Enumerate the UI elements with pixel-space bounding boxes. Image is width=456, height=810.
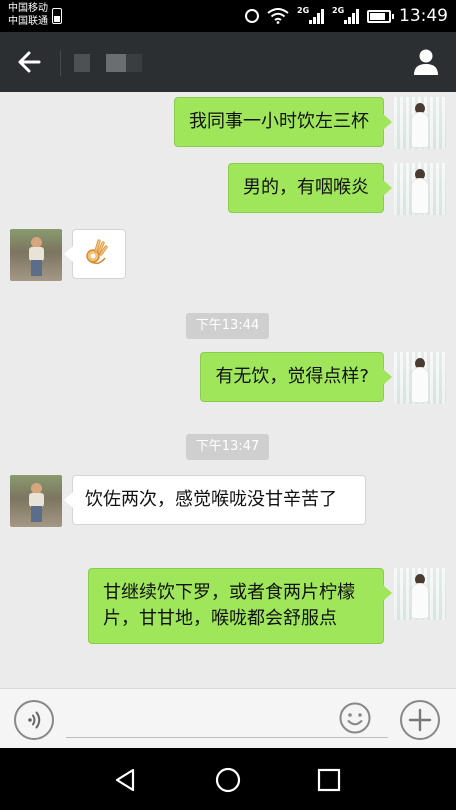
wifi-icon — [267, 8, 289, 24]
message-bubble-other[interactable] — [64, 229, 126, 279]
message-bubble-self[interactable]: 我同事一小时饮左三杯 — [174, 97, 392, 147]
header-divider — [60, 50, 61, 76]
status-indicators: 2G 2G 13:49 — [245, 4, 448, 28]
signal-icon: 2G — [332, 6, 359, 24]
message-bubble-self[interactable]: 有无饮，觉得点样? — [200, 352, 392, 402]
timestamp: 下午13:44 — [186, 313, 269, 339]
contact-avatar[interactable] — [10, 475, 62, 527]
person-icon[interactable] — [408, 44, 444, 80]
message-list[interactable]: 我同事一小时饮左三杯 男的，有咽喉炎 下午13:44 有无饮，觉得点样? 下午1… — [0, 92, 456, 688]
self-avatar[interactable] — [394, 352, 446, 404]
self-avatar[interactable] — [394, 568, 446, 620]
battery-icon — [367, 9, 394, 23]
voice-icon[interactable] — [14, 700, 54, 740]
self-avatar[interactable] — [394, 97, 446, 149]
carrier-1: 中国移动 — [8, 3, 48, 14]
status-bar: 中国移动 中国联通 2G 2G 13:49 — [0, 0, 456, 32]
message-bubble-self[interactable]: 男的，有咽喉炎 — [228, 163, 392, 213]
recents-square-icon[interactable] — [314, 765, 344, 795]
plus-icon[interactable] — [400, 700, 440, 740]
contact-avatar[interactable] — [10, 229, 62, 281]
chat-header — [0, 32, 456, 92]
system-navigation-bar — [0, 748, 456, 810]
message-bubble-other[interactable]: 饮佐两次，感觉喉咙没甘辛苦了 — [64, 475, 366, 525]
clock: 13:49 — [399, 6, 448, 26]
network-type-2: 2G — [332, 6, 345, 15]
signal-icon: 2G — [297, 6, 324, 24]
alarm-icon — [245, 9, 259, 23]
sim-icon — [52, 8, 62, 24]
carrier-2: 中国联通 — [8, 16, 48, 27]
home-circle-icon[interactable] — [213, 765, 243, 795]
back-triangle-icon[interactable] — [111, 765, 141, 795]
message-bubble-self[interactable]: 甘继续饮下罗，或者食两片柠檬片，甘甘地，喉咙都会舒服点 — [88, 568, 392, 644]
arrow-left-icon[interactable] — [12, 44, 48, 80]
input-bar — [0, 688, 456, 748]
network-type-1: 2G — [297, 6, 310, 15]
self-avatar[interactable] — [394, 163, 446, 215]
carrier-names: 中国移动 中国联通 — [8, 2, 48, 28]
ok-hand-emoji — [86, 239, 108, 265]
timestamp: 下午13:47 — [186, 434, 269, 460]
smiley-icon[interactable] — [338, 701, 372, 735]
